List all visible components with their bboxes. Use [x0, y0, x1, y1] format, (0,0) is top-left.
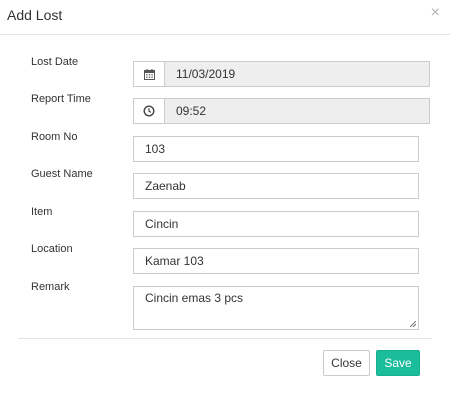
lost-date-row: Lost Date 11/03/2019 [0, 56, 450, 87]
lost-date-group: 11/03/2019 [133, 61, 430, 87]
room-no-group: 103 [133, 136, 419, 162]
room-no-label: Room No [31, 131, 78, 143]
item-label: Item [31, 206, 53, 218]
report-time-value: 09:52 [176, 104, 207, 118]
report-time-input[interactable]: 09:52 [164, 98, 430, 124]
dialog-title: Add Lost [7, 7, 63, 23]
guest-name-label: Guest Name [31, 168, 93, 180]
guest-name-input[interactable]: Zaenab [133, 173, 419, 199]
room-no-value: 103 [145, 142, 166, 156]
location-label: Location [31, 243, 73, 255]
dialog-header: Add Lost × [0, 0, 450, 35]
report-time-label: Report Time [31, 93, 91, 105]
close-button[interactable]: Close [323, 350, 370, 376]
add-lost-dialog: Add Lost × Lost Date 11/03/2019 Report T… [0, 0, 450, 400]
remark-row: Remark Cincin emas 3 pcs [0, 281, 450, 330]
calendar-icon[interactable] [133, 61, 165, 87]
guest-name-row: Guest Name Zaenab [0, 168, 450, 199]
lost-date-input[interactable]: 11/03/2019 [164, 61, 430, 87]
report-time-row: Report Time 09:52 [0, 93, 450, 124]
save-button[interactable]: Save [376, 350, 420, 376]
item-input[interactable]: Cincin [133, 211, 419, 237]
item-row: Item Cincin [0, 206, 450, 237]
guest-name-group: Zaenab [133, 173, 419, 199]
footer-divider [18, 338, 432, 339]
report-time-group: 09:52 [133, 98, 430, 124]
resize-grip-icon[interactable] [410, 321, 416, 327]
item-value: Cincin [145, 217, 179, 231]
location-value: Kamar 103 [145, 254, 204, 268]
item-group: Cincin [133, 211, 419, 237]
lost-date-label: Lost Date [31, 56, 79, 68]
close-icon[interactable]: × [431, 5, 440, 21]
remark-textarea[interactable]: Cincin emas 3 pcs [133, 286, 419, 330]
lost-date-value: 11/03/2019 [176, 67, 236, 81]
location-row: Location Kamar 103 [0, 243, 450, 274]
location-input[interactable]: Kamar 103 [133, 248, 419, 274]
clock-icon[interactable] [133, 98, 165, 124]
room-no-row: Room No 103 [0, 131, 450, 162]
guest-name-value: Zaenab [145, 179, 186, 193]
remark-label: Remark [31, 281, 70, 293]
room-no-input[interactable]: 103 [133, 136, 419, 162]
location-group: Kamar 103 [133, 248, 419, 274]
remark-value: Cincin emas 3 pcs [145, 291, 244, 305]
